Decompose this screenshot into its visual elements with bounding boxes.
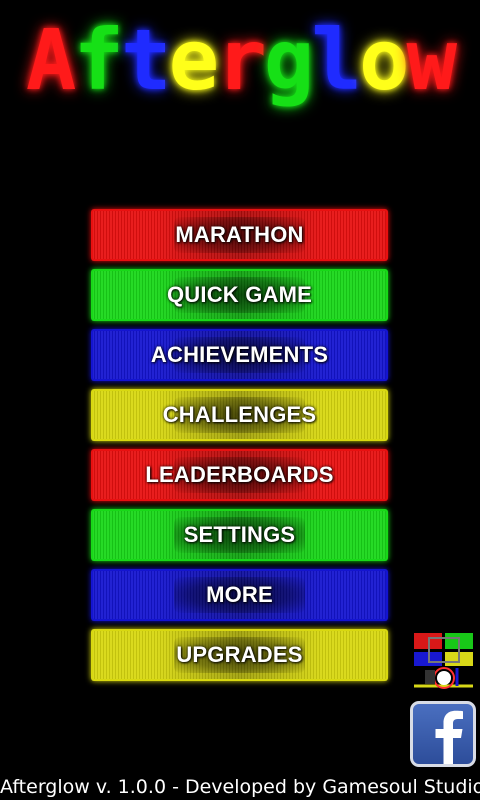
game-logo: Afterglow [18,14,462,106]
more-button[interactable]: MORE [91,569,388,621]
menu-button-label: LEADERBOARDS [145,462,334,487]
upgrades-button[interactable]: UPGRADES [91,629,388,681]
settings-button[interactable]: SETTINGS [91,509,388,561]
menu-button-label: MARATHON [175,222,304,247]
logo-letter: t [121,11,172,109]
afterglow-app-icon[interactable] [411,630,477,692]
main-menu-screen: Afterglow MARATHON QUICK GAME ACHIEVEMENTS… [0,0,480,800]
footer-version-text: Afterglow v. 1.0.0 - Developed by Gameso… [0,776,480,798]
quick-game-button[interactable]: QUICK GAME [91,269,388,321]
logo-letter: w [406,11,458,109]
menu-button-label: CHALLENGES [162,402,317,427]
challenges-button[interactable]: CHALLENGES [91,389,388,441]
menu-button-label: QUICK GAME [167,282,312,307]
logo-letter: r [216,11,267,109]
menu-button-label: MORE [206,582,273,607]
leaderboards-button[interactable]: LEADERBOARDS [91,449,388,501]
menu-button-label: SETTINGS [183,522,296,547]
menu-button-label: ACHIEVEMENTS [150,342,329,367]
logo-letter: g [263,11,315,109]
logo-letter: A [25,11,77,109]
logo-letter: o [358,11,410,109]
facebook-icon[interactable] [410,701,476,767]
logo-letter: e [168,11,220,109]
logo-letter: f [73,11,124,109]
marathon-button[interactable]: MARATHON [91,209,388,261]
menu-button-label: UPGRADES [176,642,303,667]
logo-letter: l [311,11,362,109]
achievements-button[interactable]: ACHIEVEMENTS [91,329,388,381]
